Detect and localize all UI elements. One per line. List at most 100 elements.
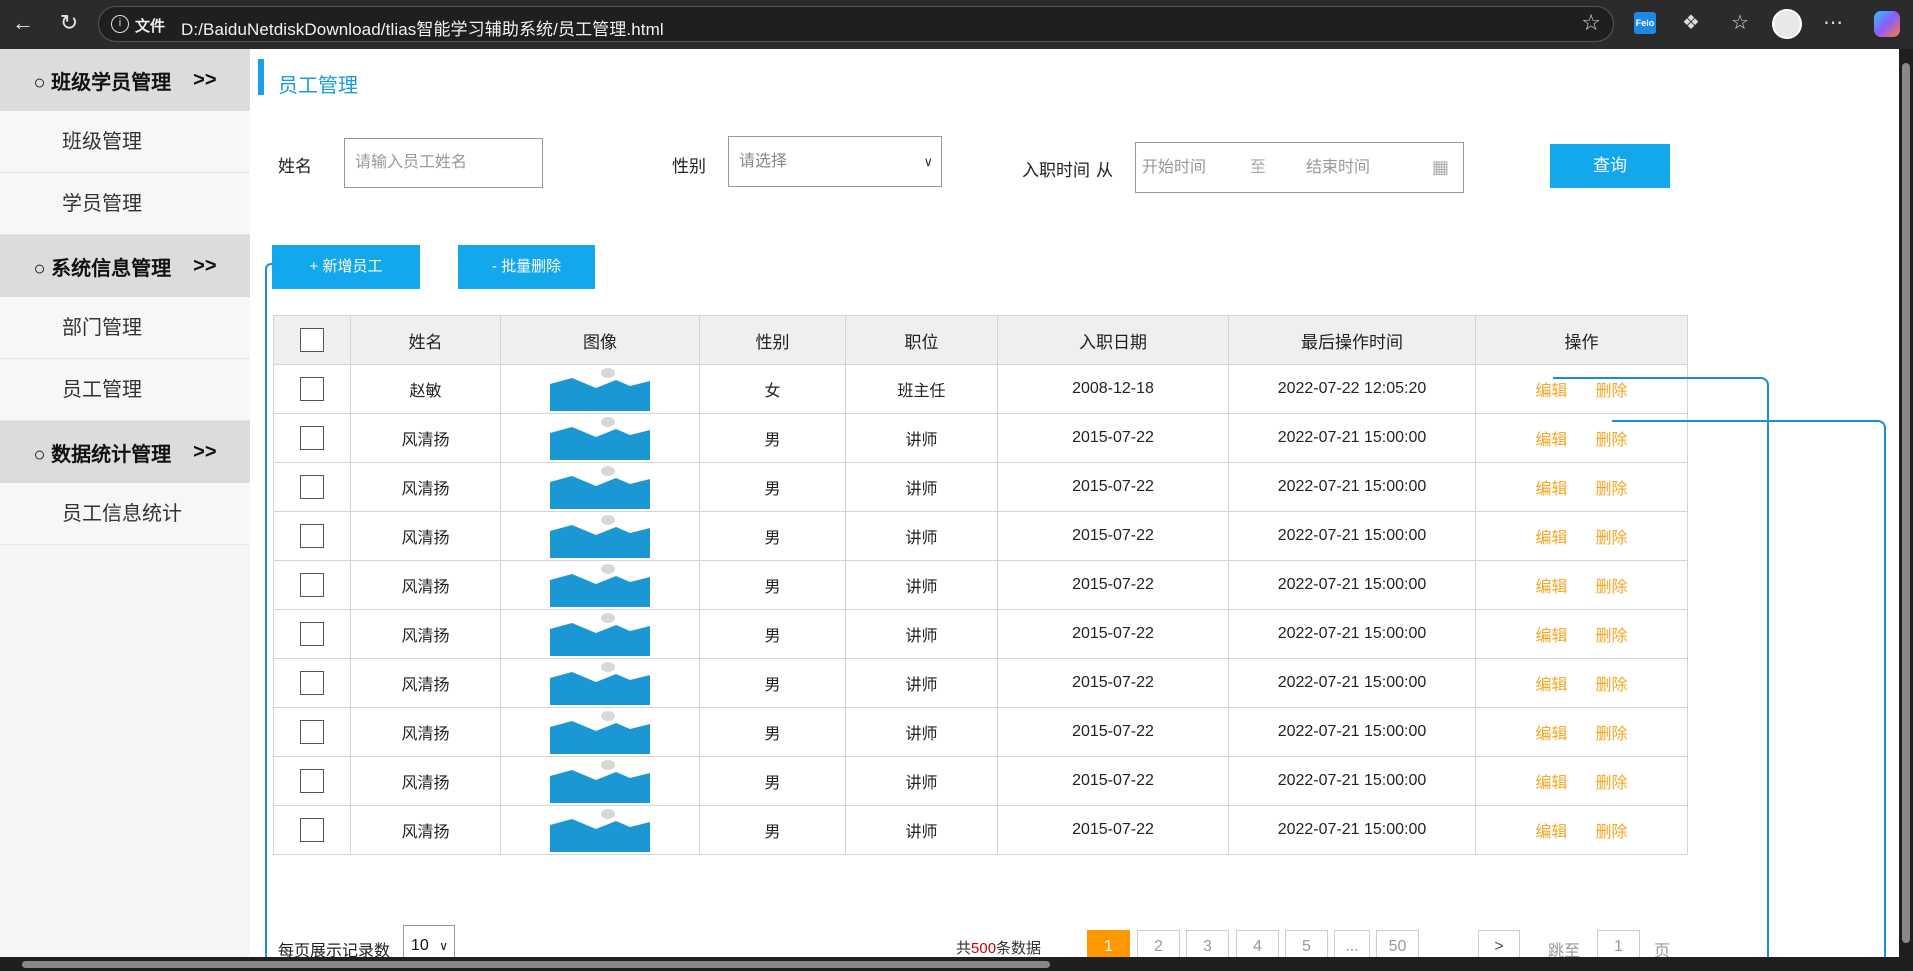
- entry-date-label: 入职时间: [1022, 161, 1090, 180]
- cell-gender: 男: [699, 560, 846, 610]
- table-header-row: 姓名 图像 性别 职位 入职日期 最后操作时间 操作: [273, 315, 1688, 365]
- sidebar-group-label: ○ 班级学员管理: [33, 71, 172, 94]
- table-body: 赵敏女班主任 2008-12-18 2022-07-22 12:05:20 编辑 删除风…: [273, 364, 1688, 855]
- profile-avatar[interactable]: [1772, 9, 1802, 39]
- reload-icon[interactable]: ↻: [54, 8, 84, 38]
- cell-position: 讲师: [845, 462, 998, 512]
- select-all-header: [273, 315, 351, 365]
- header-entry-date: 入职日期: [997, 315, 1229, 365]
- cell-position: 讲师: [845, 609, 998, 659]
- row-checkbox[interactable]: [300, 720, 324, 744]
- annotation-line-left: [265, 263, 273, 971]
- cell-image: [500, 364, 700, 414]
- annotation-line-delete: [1612, 420, 1886, 971]
- date-from-label: 从: [1096, 161, 1113, 180]
- horizontal-scroll-thumb[interactable]: [22, 961, 1050, 968]
- copilot-icon[interactable]: [1874, 11, 1900, 37]
- header-image: 图像: [500, 315, 700, 365]
- cell-position: 讲师: [845, 511, 998, 561]
- row-select-cell: [273, 511, 351, 561]
- cell-name: 风清扬: [350, 658, 501, 708]
- employee-image-icon: [501, 465, 699, 509]
- employee-image-icon: [501, 710, 699, 754]
- cell-name: 风清扬: [350, 560, 501, 610]
- row-checkbox[interactable]: [300, 622, 324, 646]
- sidebar-group-label: ○ 系统信息管理: [33, 257, 172, 280]
- employee-image-icon: [501, 808, 699, 852]
- employee-image-icon: [501, 661, 699, 705]
- browser-toolbar: ← ↻ i 文件 D:/BaiduNetdiskDownload/tlias智能…: [0, 0, 1913, 49]
- sidebar-item-student[interactable]: 学员管理: [0, 173, 250, 235]
- date-start-input[interactable]: 开始时间: [1142, 159, 1206, 176]
- select-all-checkbox[interactable]: [300, 328, 324, 352]
- cell-last-op-time: 2022-07-21 15:00:00: [1228, 560, 1476, 610]
- main-content: 员工管理 姓名 请输入员工姓名 性别 请选择 ∨ 入职时间 从 开始时间 至 结…: [250, 49, 1913, 971]
- cell-image: [500, 609, 700, 659]
- row-select-cell: [273, 462, 351, 512]
- employee-image-icon: [501, 416, 699, 460]
- horizontal-scrollbar[interactable]: [0, 957, 1913, 971]
- back-icon[interactable]: ←: [8, 8, 38, 38]
- cell-name: 风清扬: [350, 609, 501, 659]
- date-end-input[interactable]: 结束时间: [1306, 143, 1370, 192]
- name-search-input[interactable]: 请输入员工姓名: [344, 138, 543, 188]
- favorite-star-icon[interactable]: ☆: [1581, 10, 1601, 36]
- expand-arrow-icon: >>: [193, 254, 217, 277]
- row-select-cell: [273, 658, 351, 708]
- entry-date-range[interactable]: 开始时间 至 结束时间 ▦: [1135, 142, 1464, 193]
- cell-entry-date: 2015-07-22: [997, 805, 1229, 855]
- table-row: 风清扬男讲师 2015-07-22 2022-07-21 15:00:00 编辑 删除: [273, 609, 1688, 659]
- calendar-icon[interactable]: ▦: [1432, 143, 1449, 192]
- vertical-scrollbar[interactable]: [1899, 49, 1913, 957]
- info-icon[interactable]: i: [111, 15, 129, 33]
- cell-gender: 男: [699, 609, 846, 659]
- address-bar[interactable]: i 文件 D:/BaiduNetdiskDownload/tlias智能学习辅助…: [98, 6, 1614, 42]
- cell-position: 讲师: [845, 707, 998, 757]
- cell-entry-date: 2015-07-22: [997, 511, 1229, 561]
- batch-delete-button[interactable]: - 批量删除: [458, 245, 595, 289]
- sidebar-item-employee-stats[interactable]: 员工信息统计: [0, 483, 250, 545]
- table-row: 风清扬男讲师 2015-07-22 2022-07-21 15:00:00 编辑 删除: [273, 756, 1688, 806]
- row-checkbox[interactable]: [300, 769, 324, 793]
- cell-image: [500, 560, 700, 610]
- cell-name: 风清扬: [350, 707, 501, 757]
- sidebar-item-class[interactable]: 班级管理: [0, 111, 250, 173]
- query-button[interactable]: 查询: [1550, 144, 1670, 188]
- sidebar-item-department[interactable]: 部门管理: [0, 297, 250, 359]
- gender-select[interactable]: 请选择 ∨: [728, 136, 942, 187]
- cell-last-op-time: 2022-07-22 12:05:20: [1228, 364, 1476, 414]
- row-checkbox[interactable]: [300, 671, 324, 695]
- row-checkbox[interactable]: [300, 524, 324, 548]
- cell-name: 风清扬: [350, 756, 501, 806]
- header-operations: 操作: [1475, 315, 1688, 365]
- favorites-icon[interactable]: ☆: [1727, 10, 1753, 36]
- sidebar-group-system[interactable]: ○ 系统信息管理 >>: [0, 235, 250, 297]
- row-checkbox[interactable]: [300, 573, 324, 597]
- cell-image: [500, 511, 700, 561]
- row-checkbox[interactable]: [300, 475, 324, 499]
- table-row: 风清扬男讲师 2015-07-22 2022-07-21 15:00:00 编辑 删除: [273, 658, 1688, 708]
- felo-extension-icon[interactable]: Felo: [1634, 12, 1656, 34]
- sidebar-group-class-student[interactable]: ○ 班级学员管理 >>: [0, 49, 250, 111]
- extensions-puzzle-icon[interactable]: ❖: [1678, 10, 1704, 36]
- row-checkbox[interactable]: [300, 426, 324, 450]
- add-employee-button[interactable]: + 新增员工: [272, 245, 420, 289]
- cell-entry-date: 2015-07-22: [997, 756, 1229, 806]
- date-to-label: 至: [1250, 159, 1267, 176]
- sidebar-item-employee[interactable]: 员工管理: [0, 359, 250, 421]
- sidebar-group-statistics[interactable]: ○ 数据统计管理 >>: [0, 421, 250, 483]
- header-position: 职位: [845, 315, 998, 365]
- row-checkbox[interactable]: [300, 377, 324, 401]
- cell-last-op-time: 2022-07-21 15:00:00: [1228, 756, 1476, 806]
- page-size-value: 10: [411, 937, 429, 954]
- vertical-scroll-thumb[interactable]: [1902, 63, 1910, 943]
- header-name: 姓名: [350, 315, 501, 365]
- cell-gender: 男: [699, 462, 846, 512]
- row-checkbox[interactable]: [300, 818, 324, 842]
- more-menu-icon[interactable]: ⋯: [1820, 10, 1846, 36]
- cell-image: [500, 707, 700, 757]
- cell-entry-date: 2008-12-18: [997, 364, 1229, 414]
- url-text[interactable]: D:/BaiduNetdiskDownload/tlias智能学习辅助系统/员工…: [181, 15, 664, 40]
- gender-select-value: 请选择: [739, 153, 788, 170]
- header-last-op-time: 最后操作时间: [1228, 315, 1476, 365]
